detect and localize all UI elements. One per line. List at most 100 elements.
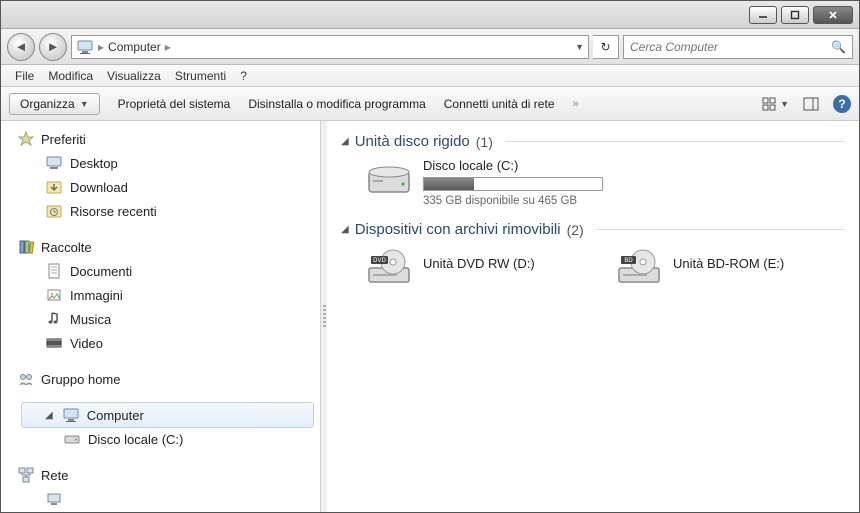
menu-modify[interactable]: Modifica	[42, 67, 99, 85]
disclosure-triangle-icon: ◢	[341, 136, 349, 147]
drive-name: Disco locale (C:)	[423, 158, 625, 173]
drive-name: Unità DVD RW (D:)	[423, 256, 575, 271]
section-count: (2)	[567, 222, 584, 238]
section-removable-header[interactable]: ◢ Dispositivi con archivi rimovibili (2)	[341, 221, 845, 238]
menu-bar: File Modifica Visualizza Strumenti ?	[1, 65, 859, 87]
drive-bd-rom-e[interactable]: BD Unità BD-ROM (E:)	[615, 246, 825, 286]
svg-text:BD: BD	[624, 258, 633, 264]
pc-icon	[45, 490, 63, 508]
sidebar-item-label: Computer	[87, 408, 144, 423]
back-button[interactable]: ◄	[7, 33, 35, 61]
close-button[interactable]	[813, 6, 853, 24]
sidebar-item-label: Video	[70, 336, 103, 351]
nav-bar: ◄ ► ▸ Computer ▸ ▼ ↻ 🔍	[1, 29, 859, 65]
disclosure-triangle-icon: ◢	[341, 224, 349, 235]
disclosure-triangle-icon[interactable]: ◢	[45, 410, 53, 421]
organize-label: Organizza	[20, 97, 75, 111]
body: Preferiti Desktop Download Risorse recen…	[1, 121, 859, 512]
sidebar-item-download[interactable]: Download	[11, 175, 320, 199]
sidebar-item-video[interactable]: Video	[11, 331, 320, 355]
drive-local-disk-c[interactable]: Disco locale (C:) 335 GB disponibile su …	[365, 158, 625, 207]
chevron-down-icon: ▼	[80, 99, 89, 109]
drive-usage-bar	[423, 177, 603, 191]
toolbar-overflow[interactable]: »	[573, 98, 579, 110]
system-properties-link[interactable]: Proprietà del sistema	[118, 97, 231, 111]
optical-drive-icon: DVD	[365, 246, 413, 286]
computer-icon	[76, 38, 94, 56]
organize-button[interactable]: Organizza ▼	[9, 93, 100, 115]
explorer-window: ◄ ► ▸ Computer ▸ ▼ ↻ 🔍 File Modifica Vis…	[0, 0, 860, 513]
sidebar-item-documents[interactable]: Documenti	[11, 259, 320, 283]
menu-file[interactable]: File	[9, 67, 40, 85]
sidebar-item-computer[interactable]: ◢ Computer	[21, 402, 314, 428]
sidebar-item-recent[interactable]: Risorse recenti	[11, 199, 320, 223]
sidebar-item-label: Immagini	[70, 288, 123, 303]
recent-icon	[45, 202, 63, 220]
menu-help[interactable]: ?	[234, 67, 253, 85]
sidebar-item-label: Desktop	[70, 156, 118, 171]
network-label: Rete	[41, 468, 68, 483]
search-box[interactable]: 🔍	[623, 35, 853, 59]
menu-view[interactable]: Visualizza	[101, 67, 167, 85]
toolbar: Organizza ▼ Proprietà del sistema Disins…	[1, 87, 859, 121]
network-group: Rete	[11, 463, 320, 511]
help-button[interactable]: ?	[833, 95, 851, 113]
optical-drive-icon: BD	[615, 246, 663, 286]
favorites-header[interactable]: Preferiti	[11, 127, 320, 151]
sidebar-item-label: Disco locale (C:)	[88, 432, 183, 447]
libraries-label: Raccolte	[41, 240, 92, 255]
homegroup-label: Gruppo home	[41, 372, 121, 387]
breadcrumb-separator: ▸	[98, 40, 104, 54]
menu-tools[interactable]: Strumenti	[169, 67, 232, 85]
search-input[interactable]	[630, 40, 831, 54]
sidebar-item-label: Documenti	[70, 264, 132, 279]
network-header[interactable]: Rete	[11, 463, 320, 487]
section-title: Unità disco rigido	[355, 133, 470, 150]
sidebar-item-local-disk[interactable]: Disco locale (C:)	[11, 427, 320, 451]
section-hdd-header[interactable]: ◢ Unità disco rigido (1)	[341, 133, 845, 150]
homegroup-group: Gruppo home	[11, 367, 320, 391]
chevron-down-icon: ▼	[780, 99, 789, 109]
libraries-icon	[17, 238, 35, 256]
music-icon	[45, 310, 63, 328]
sidebar-item-music[interactable]: Musica	[11, 307, 320, 331]
sidebar-item-label: Musica	[70, 312, 111, 327]
forward-button[interactable]: ►	[39, 33, 67, 61]
network-icon	[17, 466, 35, 484]
uninstall-link[interactable]: Disinstalla o modifica programma	[248, 97, 425, 111]
documents-icon	[45, 262, 63, 280]
svg-text:DVD: DVD	[373, 258, 386, 264]
maximize-button[interactable]	[781, 6, 809, 24]
computer-icon	[62, 406, 80, 424]
breadcrumb-separator: ▸	[165, 40, 171, 54]
libraries-group: Raccolte Documenti Immagini Musica Video	[11, 235, 320, 355]
section-divider	[596, 229, 845, 230]
video-icon	[45, 334, 63, 352]
sidebar-item-desktop[interactable]: Desktop	[11, 151, 320, 175]
computer-group: ◢ Computer Disco locale (C:)	[11, 402, 320, 451]
address-bar[interactable]: ▸ Computer ▸ ▼	[71, 35, 589, 59]
preview-pane-button[interactable]	[803, 96, 819, 112]
favorites-label: Preferiti	[41, 132, 86, 147]
view-icon	[761, 96, 777, 112]
minimize-button[interactable]	[749, 6, 777, 24]
homegroup-header[interactable]: Gruppo home	[11, 367, 320, 391]
refresh-button[interactable]: ↻	[593, 35, 619, 59]
sidebar-item-images[interactable]: Immagini	[11, 283, 320, 307]
map-network-drive-link[interactable]: Connetti unità di rete	[444, 97, 555, 111]
libraries-header[interactable]: Raccolte	[11, 235, 320, 259]
drive-dvd-rw-d[interactable]: DVD Unità DVD RW (D:)	[365, 246, 575, 286]
hdd-icon	[63, 430, 81, 448]
navigation-pane: Preferiti Desktop Download Risorse recen…	[1, 121, 321, 512]
desktop-icon	[45, 154, 63, 172]
search-icon: 🔍	[831, 40, 846, 54]
star-icon	[17, 130, 35, 148]
titlebar	[1, 1, 859, 29]
sidebar-item-network-pc[interactable]	[11, 487, 320, 511]
breadcrumb-computer[interactable]: Computer	[108, 40, 161, 54]
section-count: (1)	[476, 134, 493, 150]
address-dropdown-icon[interactable]: ▼	[575, 42, 584, 52]
content-pane: ◢ Unità disco rigido (1) Disco locale (C…	[327, 121, 859, 512]
change-view-button[interactable]: ▼	[761, 96, 789, 112]
section-title: Dispositivi con archivi rimovibili	[355, 221, 561, 238]
